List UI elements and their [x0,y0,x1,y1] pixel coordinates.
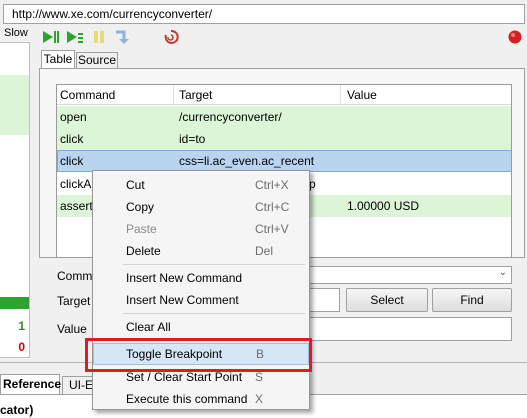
select-button[interactable]: Select [346,288,428,312]
menu-item-copy[interactable]: Copy Ctrl+C [93,196,309,218]
speed-slow-label: Slow [4,27,28,39]
table-row[interactable]: click css=li.ac_even.ac_recent [57,150,511,172]
command-label: Comm [57,269,93,283]
progress-bar [0,297,29,309]
play-all-icon[interactable] [42,29,60,45]
record-icon[interactable] [506,29,524,45]
column-command[interactable]: Command [60,88,115,102]
tab-source[interactable]: Source [76,52,118,68]
tab-reference[interactable]: Reference [0,374,61,394]
menu-separator [123,264,305,265]
menu-item-clear-all[interactable]: Clear All [93,316,309,338]
column-value[interactable]: Value [347,88,377,102]
menu-item-paste[interactable]: Paste Ctrl+V [93,218,309,240]
context-menu: Cut Ctrl+X Copy Ctrl+C Paste Ctrl+V Dele… [92,170,310,410]
rollup-icon[interactable] [162,29,180,45]
pause-icon[interactable] [90,29,108,45]
step-icon[interactable] [114,29,132,45]
play-current-icon[interactable] [66,29,84,45]
menu-item-execute-command[interactable]: Execute this command X [93,388,309,410]
chevron-down-icon[interactable]: ⌄ [499,267,507,278]
column-target[interactable]: Target [179,88,212,102]
runs-count: 1 [18,319,25,333]
toolbar [34,26,527,48]
menu-item-insert-new-comment[interactable]: Insert New Comment [93,289,309,311]
menu-item-cut[interactable]: Cut Ctrl+X [93,174,309,196]
value-label: Value [57,322,87,336]
test-case-item[interactable] [0,75,29,135]
menu-item-insert-new-command[interactable]: Insert New Command [93,267,309,289]
failures-count: 0 [18,340,25,354]
target-label: Target [57,294,91,308]
annotation-highlight-box [85,338,312,372]
table-row[interactable]: click id=to [57,128,511,150]
find-button[interactable]: Find [432,288,512,312]
table-header: Command Target Value [57,85,511,105]
reference-text: cator) [0,403,34,417]
tab-table[interactable]: Table [41,50,75,68]
menu-item-delete[interactable]: Delete Del [93,240,309,262]
url-bar[interactable]: http://www.xe.com/currencyconverter/ [3,4,525,24]
menu-separator [123,313,305,314]
table-row[interactable]: open /currencyconverter/ [57,106,511,128]
test-case-panel: 1 0 [0,42,30,358]
url-text: http://www.xe.com/currencyconverter/ [12,7,213,21]
